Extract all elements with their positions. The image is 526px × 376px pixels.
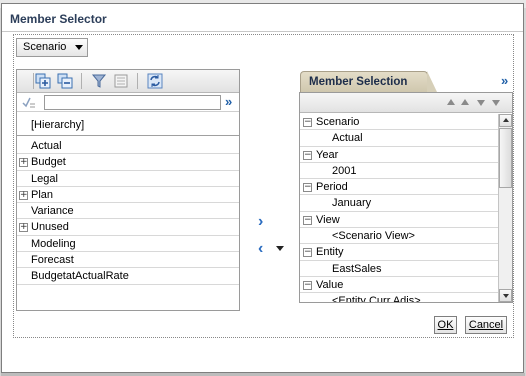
move-up-icon[interactable] — [461, 99, 469, 105]
remove-member-icon[interactable] — [57, 73, 73, 89]
members-toolbar — [17, 70, 239, 93]
members-list: [Hierarchy] Actual + Budget Legal + Plan Varia… — [17, 115, 239, 285]
collapse-icon[interactable]: − — [303, 248, 312, 258]
move-down-icon[interactable] — [477, 100, 485, 106]
expand-icon[interactable]: + — [19, 190, 28, 200]
collapse-icon[interactable]: − — [303, 280, 312, 290]
member-row[interactable]: Modeling — [17, 236, 239, 253]
selection-group-row[interactable]: − Scenario — [300, 114, 499, 131]
selected-member-label: <Entity Curr Adjs> — [332, 295, 421, 303]
toolbar-divider — [137, 73, 138, 89]
toolbar-divider — [81, 73, 82, 89]
dimension-select[interactable]: Scenario — [16, 38, 88, 57]
selection-group-label: Entity — [316, 246, 344, 259]
selection-group-row[interactable]: − Period — [300, 179, 499, 196]
filter-icon[interactable] — [91, 73, 107, 89]
member-label: BudgetatActualRate — [31, 270, 129, 283]
selected-member-row[interactable]: Actual — [300, 130, 499, 147]
member-label: Modeling — [31, 237, 76, 250]
move-left-icon[interactable]: ‹ — [258, 240, 263, 258]
selection-group-label: Period — [316, 181, 348, 194]
selection-group-label: View — [316, 213, 340, 226]
member-selector-dialog: Member Selector Scenario » [Hierarchy] A… — [1, 3, 524, 373]
chevron-down-icon — [75, 45, 83, 50]
scroll-down-button[interactable] — [499, 289, 512, 302]
selected-member-label: Actual — [332, 132, 363, 145]
selected-member-row[interactable]: <Entity Curr Adjs> — [300, 293, 499, 303]
member-row[interactable]: + Unused — [17, 219, 239, 236]
move-bottom-icon[interactable] — [492, 100, 500, 106]
scroll-up-button[interactable] — [499, 114, 512, 127]
toolbar-divider — [33, 73, 34, 89]
selected-member-row[interactable]: EastSales — [300, 261, 499, 277]
selection-group-row[interactable]: − Entity — [300, 244, 499, 261]
member-row[interactable]: Legal — [17, 171, 239, 187]
selection-group-label: Value — [316, 278, 344, 291]
member-row[interactable]: Actual — [17, 138, 239, 155]
scroll-thumb[interactable] — [499, 128, 512, 188]
member-label: Legal — [31, 172, 58, 185]
member-selection-panel: − Scenario Actual − Year 2001− Period January − V… — [299, 92, 513, 303]
selection-scrollbar[interactable] — [498, 114, 512, 302]
move-top-icon[interactable] — [447, 99, 455, 105]
selection-toolbar — [300, 93, 512, 113]
collapse-icon[interactable]: − — [303, 183, 312, 193]
selected-member-row[interactable]: January — [300, 195, 499, 212]
ok-button[interactable]: OK — [434, 316, 457, 334]
collapse-icon[interactable]: − — [303, 215, 312, 225]
search-options-icon[interactable] — [21, 94, 37, 110]
expand-icon[interactable]: + — [19, 158, 28, 168]
selection-group-row[interactable]: − Value — [300, 277, 499, 294]
selected-member-label: January — [332, 197, 372, 210]
selection-list: − Scenario Actual − Year 2001− Period January − V… — [300, 114, 499, 303]
refresh-icon[interactable] — [147, 73, 163, 89]
collapse-icon[interactable]: − — [303, 118, 312, 127]
member-row[interactable]: BudgetatActualRate — [17, 268, 239, 285]
selection-group-label: Scenario — [316, 116, 360, 128]
member-label: Forecast — [31, 254, 74, 267]
selected-member-label: <Scenario View> — [332, 230, 415, 243]
selector-body: Scenario » [Hierarchy] Actual + Budget L… — [13, 34, 514, 338]
member-label: Unused — [31, 221, 69, 234]
title-divider — [2, 31, 523, 32]
search-more-button[interactable]: » — [225, 94, 232, 109]
member-selection-tab[interactable]: Member Selection — [300, 71, 437, 92]
member-search-input[interactable] — [44, 95, 221, 110]
cancel-button[interactable]: Cancel — [465, 316, 507, 334]
add-member-icon[interactable] — [35, 73, 51, 89]
member-search-bar: » — [17, 93, 239, 112]
dialog-title: Member Selector — [10, 12, 107, 26]
collapse-icon[interactable]: − — [303, 150, 312, 160]
selected-member-row[interactable]: 2001 — [300, 163, 499, 180]
selection-more-button[interactable]: » — [501, 73, 508, 88]
move-options-dropdown-icon[interactable] — [276, 246, 284, 251]
properties-icon[interactable] — [113, 73, 129, 89]
selected-member-row[interactable]: <Scenario View> — [300, 228, 499, 245]
selection-group-row[interactable]: − Year — [300, 147, 499, 163]
member-label: Variance — [31, 205, 74, 218]
member-label: Actual — [31, 140, 62, 152]
member-row[interactable]: + Budget — [17, 154, 239, 171]
member-row[interactable]: + Plan — [17, 187, 239, 204]
selected-member-label: EastSales — [332, 262, 382, 275]
selected-member-label: 2001 — [332, 164, 357, 177]
expand-icon[interactable]: + — [19, 223, 28, 233]
dimension-select-value: Scenario — [23, 41, 67, 53]
member-label: Plan — [31, 188, 54, 201]
selection-group-row[interactable]: − View — [300, 212, 499, 229]
available-members-panel: » [Hierarchy] Actual + Budget Legal + Plan Var… — [16, 69, 240, 311]
hierarchy-header[interactable]: [Hierarchy] — [17, 115, 239, 136]
move-right-icon[interactable]: › — [258, 213, 263, 231]
selection-group-label: Year — [316, 148, 339, 161]
member-row[interactable]: Forecast — [17, 252, 239, 269]
member-row[interactable]: Variance — [17, 203, 239, 220]
member-label: Budget — [31, 156, 66, 169]
